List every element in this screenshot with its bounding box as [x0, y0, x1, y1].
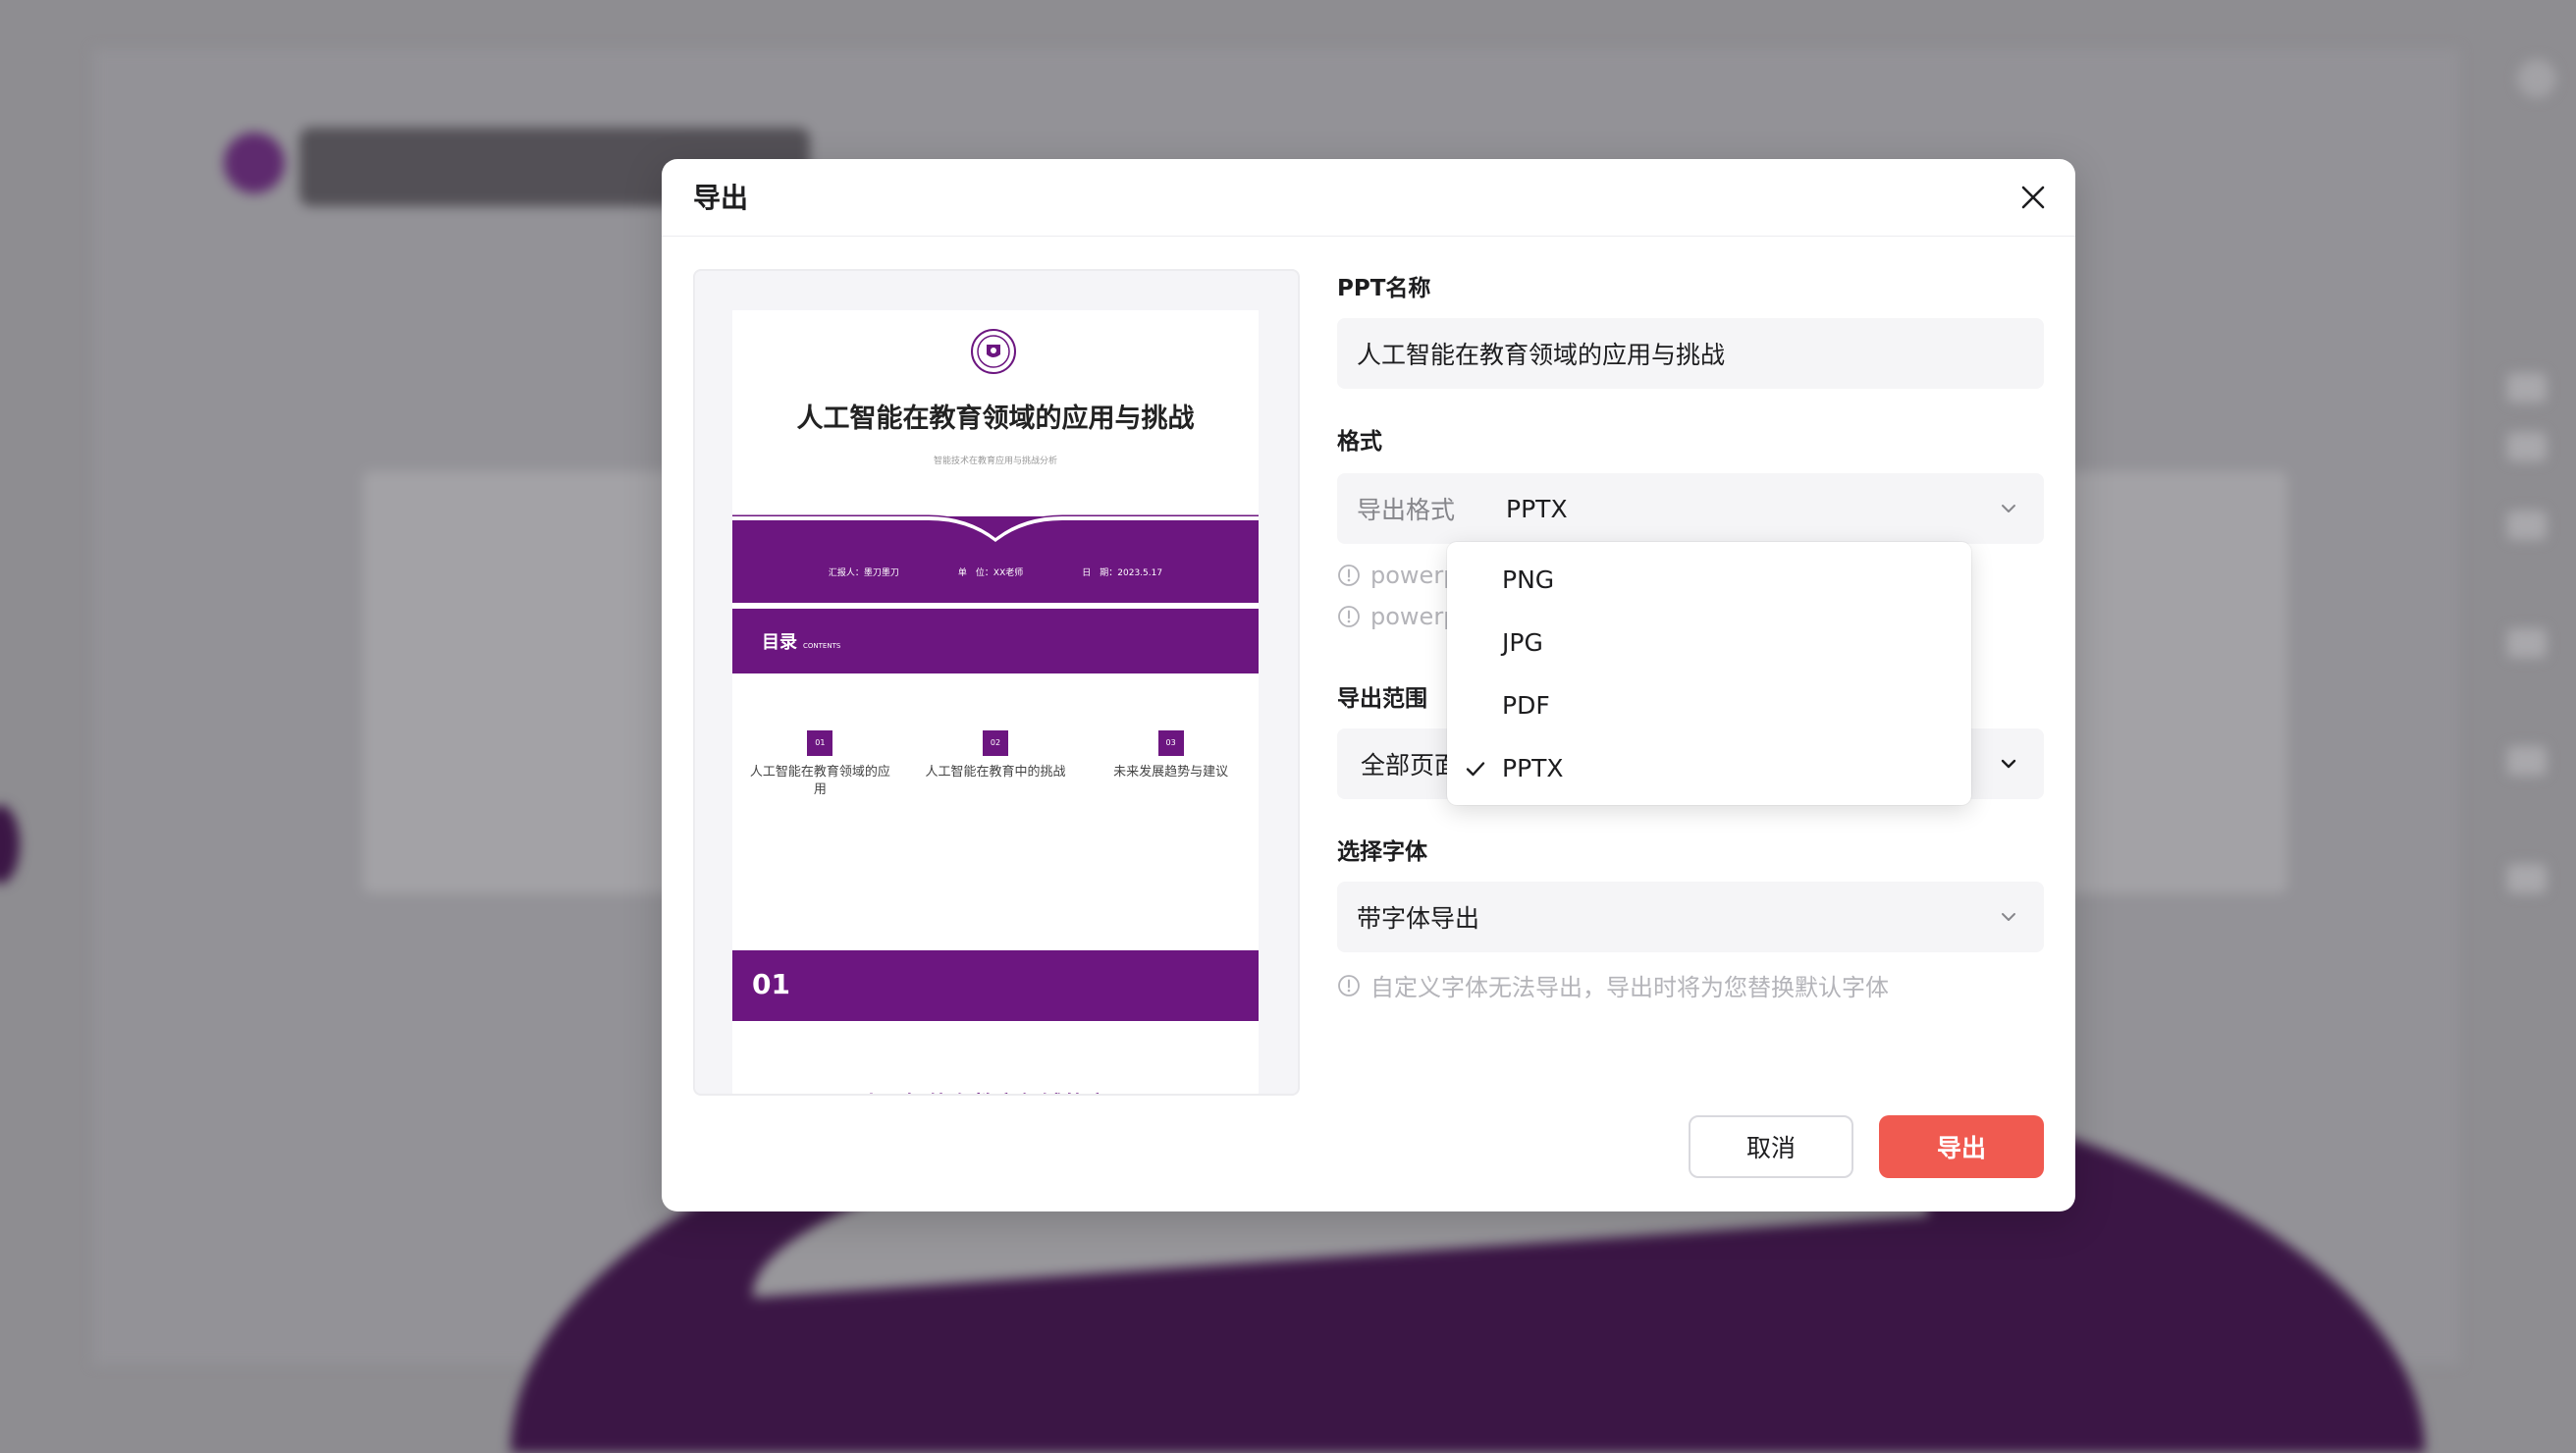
- format-label: 格式: [1337, 429, 1382, 455]
- font-select[interactable]: 带字体导出: [1337, 882, 2044, 952]
- font-hint-text: 自定义字体无法导出，导出时将为您替换默认字体: [1370, 974, 1889, 1001]
- format-prefix: 导出格式: [1357, 496, 1456, 524]
- format-option-label: JPG: [1502, 627, 1543, 657]
- slide-title: 人工智能在教育领域的应用与挑战: [796, 404, 1195, 434]
- format-value: PPTX: [1506, 494, 1568, 523]
- book-curve-shape: [732, 514, 1259, 542]
- slide-toc-item: 02 人工智能在教育中的挑战: [922, 730, 1069, 799]
- slide-meta: 汇报人：墨刀墨刀 单 位：XX老师 日 期：2023.5.17: [732, 565, 1259, 578]
- export-button[interactable]: 导出: [1879, 1115, 2044, 1178]
- format-option-pptx[interactable]: PPTX: [1447, 736, 1971, 799]
- format-option-jpg[interactable]: JPG: [1447, 611, 1971, 673]
- ppt-preview: 人工智能在教育领域的应用与挑战 智能技术在教育应用与挑战分析 汇报人：墨刀墨刀 …: [693, 269, 1300, 1096]
- slide-toc-text: 未来发展趋势与建议: [1113, 765, 1229, 780]
- format-dropdown-menu: PNG JPG PDF PPTX: [1447, 542, 1971, 805]
- close-button[interactable]: [2016, 181, 2050, 214]
- school-emblem-icon: [971, 329, 1016, 374]
- format-select[interactable]: 导出格式 PPTX: [1337, 473, 2044, 544]
- background-side-item: [2507, 432, 2547, 461]
- slide-toc-text: 人工智能在教育领域的应用: [749, 765, 890, 797]
- slide-section-bar: 01: [732, 950, 1259, 1021]
- background-side-item: [2507, 746, 2547, 776]
- slide-toc-number: 02: [982, 730, 1008, 756]
- slide-meta-date: 日 期：2023.5.17: [1082, 568, 1163, 578]
- slide-toc-label-cn: 目录: [762, 632, 797, 653]
- slide-toc-bar: 目录 CONTENTS: [732, 609, 1259, 673]
- ppt-name-label: PPT名称: [1337, 276, 1431, 301]
- format-option-label: PNG: [1502, 565, 1555, 594]
- slide-subtitle: 智能技术在教育应用与挑战分析: [933, 457, 1057, 466]
- info-icon: [1338, 565, 1360, 586]
- cancel-button[interactable]: 取消: [1689, 1115, 1853, 1178]
- info-icon: [1338, 606, 1360, 627]
- chevron-down-icon: [2001, 759, 2016, 769]
- format-option-label: PDF: [1502, 690, 1550, 720]
- slide-toc-text: 人工智能在教育中的挑战: [925, 765, 1066, 780]
- slide-section-title: 人工智能在教育领域的应用: [732, 1086, 1259, 1094]
- range-label: 导出范围: [1337, 686, 1427, 712]
- slide-toc-label: 目录 CONTENTS: [762, 628, 840, 654]
- slide-toc-number: 01: [807, 730, 833, 756]
- background-logo: [224, 133, 285, 193]
- slide-meta-presenter: 汇报人：墨刀墨刀: [828, 568, 899, 578]
- chevron-down-icon: [2002, 505, 2015, 512]
- background-side-item: [2507, 864, 2547, 893]
- slide-toc-number: 03: [1157, 730, 1184, 756]
- slide-meta-unit: 单 位：XX老师: [957, 568, 1024, 578]
- background-left-accent: [0, 805, 20, 884]
- background-side-item: [2507, 628, 2547, 658]
- background-side-item: [2507, 511, 2547, 540]
- font-label: 选择字体: [1337, 839, 1427, 865]
- dialog-header: 导出: [662, 159, 2075, 237]
- slide-toc-label-en: CONTENTS: [803, 642, 841, 650]
- format-option-label: PPTX: [1502, 753, 1564, 782]
- format-option-png[interactable]: PNG: [1447, 548, 1971, 611]
- close-icon: [2021, 186, 2045, 209]
- slide-section-number: 01: [752, 968, 790, 1000]
- checkmark-icon: [1466, 762, 1485, 777]
- slide-toc-items: 01 人工智能在教育领域的应用 02 人工智能在教育中的挑战 03 未来发展趋势…: [732, 730, 1259, 799]
- font-value: 带字体导出: [1357, 904, 1480, 933]
- background-avatar: [2517, 59, 2556, 98]
- slide-toc-item: 01 人工智能在教育领域的应用: [746, 730, 893, 799]
- info-icon: [1338, 974, 1360, 996]
- ppt-name-value: 人工智能在教育领域的应用与挑战: [1357, 341, 1726, 369]
- format-option-pdf[interactable]: PDF: [1447, 673, 1971, 736]
- ppt-name-input[interactable]: 人工智能在教育领域的应用与挑战: [1337, 318, 2044, 389]
- chevron-down-icon: [2002, 913, 2015, 921]
- font-hint: 自定义字体无法导出，导出时将为您替换默认字体: [1337, 968, 1889, 1002]
- range-value: 全部页面: [1361, 751, 1460, 780]
- background-side-item: [2507, 373, 2547, 403]
- dialog-title: 导出: [693, 182, 749, 214]
- slide-toc-item: 03 未来发展趋势与建议: [1098, 730, 1245, 799]
- preview-slide: 人工智能在教育领域的应用与挑战 智能技术在教育应用与挑战分析 汇报人：墨刀墨刀 …: [732, 310, 1259, 1094]
